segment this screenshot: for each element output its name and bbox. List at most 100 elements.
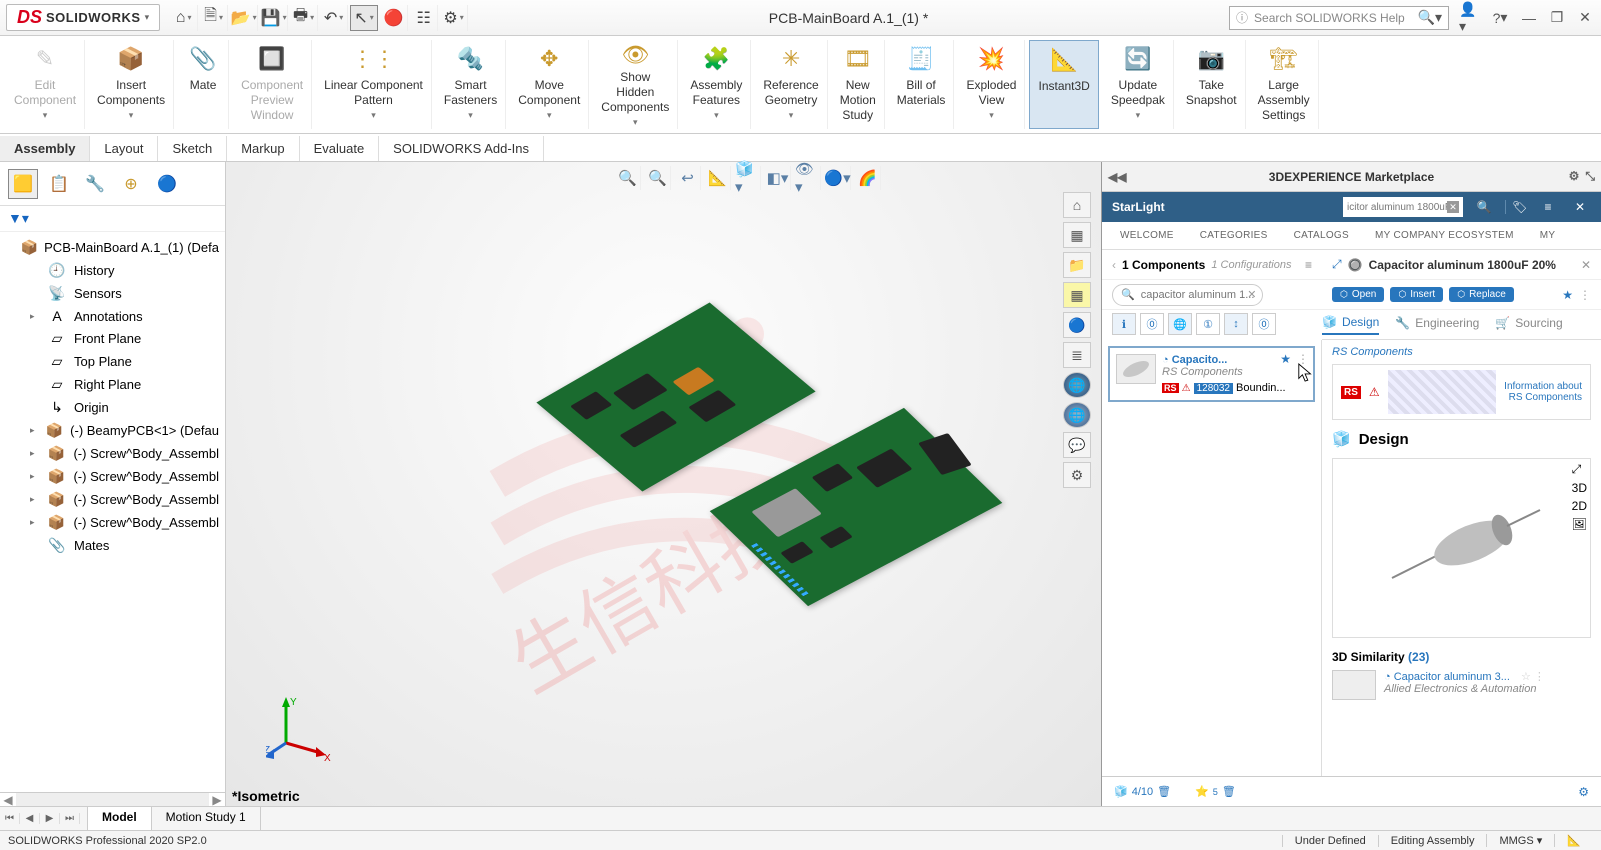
- list-icon[interactable]: ≣: [1063, 342, 1091, 368]
- dimxpert-tab-icon[interactable]: ⊕: [116, 169, 146, 199]
- user-icon[interactable]: 👤▾: [1459, 7, 1481, 29]
- dtab-design[interactable]: 🧊Design: [1322, 315, 1379, 335]
- scroll-left-icon[interactable]: ◀: [0, 793, 16, 806]
- status-custom-icon[interactable]: 📐: [1554, 834, 1593, 847]
- filter-info-icon[interactable]: ℹ: [1112, 313, 1136, 335]
- bottomtab-motion-study-1[interactable]: Motion Study 1: [152, 807, 261, 830]
- tree-sensors[interactable]: 📡 Sensors: [0, 282, 225, 305]
- mnav-my[interactable]: MY: [1540, 230, 1556, 241]
- scroll-right-icon[interactable]: ▶: [209, 793, 225, 806]
- take-snapshot[interactable]: 📷 TakeSnapshot: [1178, 40, 1246, 129]
- save-icon[interactable]: 💾: [260, 5, 288, 31]
- menu-icon[interactable]: ≡: [1537, 200, 1559, 214]
- card-more-icon[interactable]: ⋮: [1297, 352, 1309, 366]
- new-motion-study[interactable]: 🎞 NewMotionStudy: [832, 40, 885, 129]
- collapse-results-icon[interactable]: ≡: [1305, 258, 1312, 272]
- featuretree-tab-icon[interactable]: 🟨: [8, 169, 38, 199]
- help-icon[interactable]: ?▾: [1489, 7, 1511, 29]
- prev-view-icon[interactable]: ↩: [675, 166, 701, 190]
- folder-icon[interactable]: 📁: [1063, 252, 1091, 278]
- tree-mates[interactable]: 📎 Mates: [0, 534, 225, 557]
- cmdtab-evaluate[interactable]: Evaluate: [300, 136, 380, 161]
- zoom-area-icon[interactable]: 🔍: [645, 166, 671, 190]
- section-view-icon[interactable]: 📐: [705, 166, 731, 190]
- filter-sort-icon[interactable]: ↕: [1224, 313, 1248, 335]
- tab-last-icon[interactable]: ⏭: [60, 813, 80, 824]
- mnav-my-company-ecosystem[interactable]: MY COMPANY ECOSYSTEM: [1375, 230, 1514, 241]
- tab-first-icon[interactable]: ⏮: [0, 813, 20, 824]
- home-icon[interactable]: ⌂: [170, 5, 198, 31]
- settings-icon[interactable]: ⚙: [440, 5, 468, 31]
- minimize-button[interactable]: —: [1519, 10, 1539, 26]
- color-icon[interactable]: 🔵: [1063, 312, 1091, 338]
- tree-screw1[interactable]: ▸ 📦 (-) Screw^Body_Assembl: [0, 442, 225, 465]
- inlist-search-input[interactable]: 🔍 capacitor aluminum 1... ✕: [1112, 284, 1263, 306]
- cmdtab-assembly[interactable]: Assembly: [0, 136, 90, 161]
- tree-screw2[interactable]: ▸ 📦 (-) Screw^Body_Assembl: [0, 465, 225, 488]
- globe2-icon[interactable]: 🌐: [1063, 402, 1091, 428]
- view-orient-icon[interactable]: 🧊▾: [735, 166, 761, 190]
- clear-search-icon[interactable]: ✕: [1447, 201, 1459, 213]
- grid-icon[interactable]: ▦: [1063, 282, 1091, 308]
- search-go-icon[interactable]: 🔍: [1473, 200, 1495, 214]
- appearance-icon[interactable]: 🔵▾: [825, 166, 851, 190]
- appearances-tab-icon[interactable]: 🔵: [152, 169, 182, 199]
- graphics-viewport[interactable]: 🔍 🔍 ↩ 📐 🧊▾ ◧▾ 👁▾ 🔵▾ 🌈 ⌂ ▦ 📁 ▦ 🔵 ≣ 🌐 🌐 💬 …: [226, 162, 1101, 806]
- mate[interactable]: 📎 Mate: [178, 40, 229, 129]
- more-icon[interactable]: ⋮: [1579, 288, 1591, 302]
- print-icon[interactable]: 🖶: [290, 5, 318, 31]
- favorite-icon[interactable]: ★: [1562, 288, 1573, 302]
- undo-icon[interactable]: ↶: [320, 5, 348, 31]
- rating-badge[interactable]: ⭐ 5 🗑: [1195, 785, 1236, 798]
- scene-icon[interactable]: 🌈: [855, 166, 881, 190]
- cmdtab-sketch[interactable]: Sketch: [158, 136, 227, 161]
- mnav-categories[interactable]: CATEGORIES: [1200, 230, 1268, 241]
- app-menu[interactable]: DS SOLIDWORKS ▾: [6, 4, 160, 31]
- assembly-features[interactable]: 🧩 AssemblyFeatures▾: [682, 40, 751, 129]
- insert-components[interactable]: 📦 InsertComponents▾: [89, 40, 174, 129]
- close-button[interactable]: ✕: [1575, 9, 1595, 26]
- preview-mode-0[interactable]: ⤢: [1572, 462, 1587, 477]
- select-icon[interactable]: ↖: [350, 5, 378, 31]
- cmdtab-markup[interactable]: Markup: [227, 136, 299, 161]
- rebuild-icon[interactable]: 🔴: [380, 5, 408, 31]
- tree-top-plane[interactable]: ▱ Top Plane: [0, 350, 225, 373]
- pull-icon[interactable]: ⤢: [1332, 257, 1342, 272]
- filter-o2-icon[interactable]: ①: [1196, 313, 1220, 335]
- filter-o1-icon[interactable]: ⓪: [1140, 313, 1164, 335]
- score-badge[interactable]: 🧊 4/10 🗑: [1114, 785, 1171, 798]
- gear-icon[interactable]: ⚙: [1063, 462, 1091, 488]
- display-style-icon[interactable]: ◧▾: [765, 166, 791, 190]
- preview-mode-1[interactable]: 3D: [1572, 481, 1587, 495]
- show-hidden[interactable]: 👁 ShowHiddenComponents▾: [593, 40, 678, 129]
- close-panel-icon[interactable]: ✕: [1569, 200, 1591, 214]
- similar-item[interactable]: ◔ Capacitor aluminum 3... ☆ ⋮ Allied Ele…: [1332, 664, 1591, 706]
- tab-next-icon[interactable]: ▶: [40, 813, 60, 824]
- update-speedpak[interactable]: 🔄 UpdateSpeedpak▾: [1103, 40, 1174, 129]
- panel-expand-icon[interactable]: ⤡: [1585, 169, 1595, 184]
- tree-screw3[interactable]: ▸ 📦 (-) Screw^Body_Assembl: [0, 488, 225, 511]
- instant3d[interactable]: 📐 Instant3D: [1029, 40, 1098, 129]
- status-units[interactable]: MMGS ▾: [1486, 834, 1554, 847]
- tag-icon[interactable]: 🏷: [1505, 200, 1527, 214]
- zoom-fit-icon[interactable]: 🔍: [615, 166, 641, 190]
- result-card[interactable]: ◔ Capacito... RS Components RS ⚠ 128032 …: [1108, 346, 1315, 402]
- open-icon[interactable]: 📂: [230, 5, 258, 31]
- tree-beamy-pcb[interactable]: ▸ 📦 (-) BeamyPCB<1> (Defau: [0, 419, 225, 442]
- config-tab-icon[interactable]: 🔧: [80, 169, 110, 199]
- mnav-welcome[interactable]: WELCOME: [1120, 230, 1174, 241]
- filter-globe-icon[interactable]: 🌐: [1168, 313, 1192, 335]
- maximize-button[interactable]: ❐: [1547, 9, 1567, 26]
- preview-3d[interactable]: [1332, 458, 1591, 638]
- bottomtab-model[interactable]: Model: [88, 807, 152, 830]
- close-detail-icon[interactable]: ✕: [1581, 258, 1591, 272]
- card-favorite-icon[interactable]: ★: [1280, 352, 1291, 366]
- chat-icon[interactable]: 💬: [1063, 432, 1091, 458]
- back-icon[interactable]: ‹: [1112, 258, 1116, 272]
- smart-fasteners[interactable]: 🔩 SmartFasteners▾: [436, 40, 506, 129]
- cmdtab-layout[interactable]: Layout: [90, 136, 158, 161]
- views-icon[interactable]: ▦: [1063, 222, 1091, 248]
- dtab-engineering[interactable]: 🔧Engineering: [1395, 316, 1479, 334]
- insert-button[interactable]: Insert: [1390, 287, 1443, 302]
- supplier-banner[interactable]: RS ⚠ Information aboutRS Components: [1332, 364, 1591, 420]
